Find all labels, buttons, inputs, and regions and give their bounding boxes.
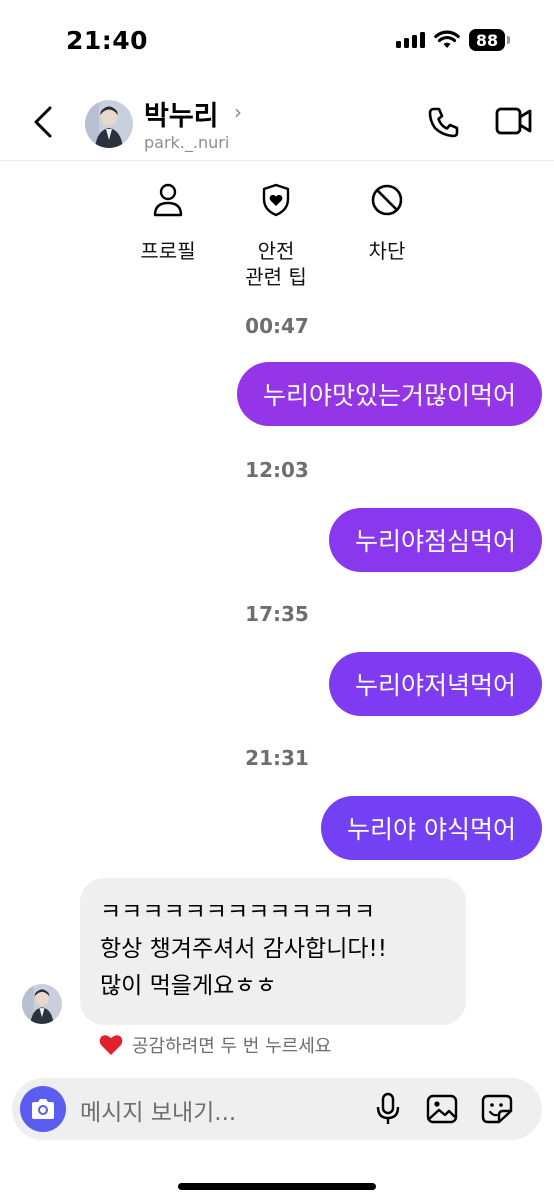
incoming-line: 많이 먹을게요ㅎㅎ bbox=[100, 973, 277, 999]
shield-heart-icon bbox=[226, 182, 326, 218]
message-input[interactable]: 메시지 보내기... bbox=[80, 1093, 236, 1127]
phone-icon bbox=[428, 107, 459, 138]
battery-level: 88 bbox=[469, 29, 505, 51]
sticker-icon bbox=[481, 1094, 513, 1124]
heart-icon bbox=[99, 1035, 123, 1055]
safety-tips-action[interactable]: 안전 관련 팁 bbox=[226, 182, 326, 290]
block-icon bbox=[345, 182, 429, 218]
gallery-button[interactable] bbox=[425, 1093, 459, 1129]
profile-action[interactable]: 프로필 bbox=[125, 182, 211, 264]
reaction-hint-text: 공감하려면 두 번 누르세요 bbox=[132, 1036, 332, 1057]
video-call-button[interactable] bbox=[494, 104, 534, 142]
phone-call-button[interactable] bbox=[426, 104, 462, 144]
microphone-button[interactable] bbox=[374, 1092, 402, 1130]
incoming-line: 항상 챙겨주셔서 감사합니다!! bbox=[100, 936, 387, 962]
chevron-right-icon: › bbox=[234, 100, 242, 124]
message-timestamp: 17:35 bbox=[245, 602, 309, 626]
home-indicator bbox=[178, 1183, 376, 1190]
outgoing-message[interactable]: 누리야저녁먹어 bbox=[328, 652, 542, 716]
image-icon bbox=[426, 1094, 458, 1124]
back-button[interactable] bbox=[30, 104, 58, 144]
outgoing-message[interactable]: 누리야점심먹어 bbox=[328, 508, 542, 572]
block-label: 차단 bbox=[368, 239, 406, 263]
person-icon bbox=[125, 182, 211, 218]
outgoing-message[interactable]: 누리야맛있는거많이먹어 bbox=[236, 362, 542, 426]
outgoing-message[interactable]: 누리야 야식먹어 bbox=[321, 796, 542, 860]
header-divider bbox=[0, 160, 554, 161]
avatar[interactable] bbox=[85, 100, 133, 148]
profile-label: 프로필 bbox=[140, 239, 196, 263]
message-timestamp: 12:03 bbox=[245, 458, 309, 482]
signal-icon bbox=[396, 32, 425, 48]
block-action[interactable]: 차단 bbox=[345, 182, 429, 264]
sticker-button[interactable] bbox=[480, 1093, 514, 1129]
chevron-left-icon bbox=[34, 106, 52, 138]
safety-label-line2: 관련 팁 bbox=[245, 265, 307, 289]
incoming-message[interactable]: ㅋㅋㅋㅋㅋㅋㅋㅋㅋㅋㅋㅋㅋ 항상 챙겨주셔서 감사합니다!! 많이 먹을게요ㅎㅎ bbox=[80, 878, 466, 1025]
safety-label-line1: 안전 bbox=[257, 239, 295, 263]
wifi-icon bbox=[434, 28, 460, 54]
contact-name[interactable]: 박누리 bbox=[144, 94, 219, 133]
video-camera-icon bbox=[495, 107, 532, 135]
contact-handle: park._.nuri bbox=[144, 133, 230, 152]
camera-button[interactable] bbox=[20, 1086, 66, 1132]
status-time: 21:40 bbox=[66, 26, 149, 55]
camera-icon bbox=[32, 1099, 54, 1119]
microphone-icon bbox=[376, 1092, 400, 1124]
incoming-line: ㅋㅋㅋㅋㅋㅋㅋㅋㅋㅋㅋㅋㅋ bbox=[100, 899, 376, 925]
reaction-hint: 공감하려면 두 번 누르세요 bbox=[98, 1032, 331, 1058]
sender-avatar[interactable] bbox=[22, 984, 62, 1024]
message-timestamp: 00:47 bbox=[245, 314, 309, 338]
battery-icon: 88 bbox=[469, 29, 510, 51]
message-timestamp: 21:31 bbox=[245, 746, 309, 770]
